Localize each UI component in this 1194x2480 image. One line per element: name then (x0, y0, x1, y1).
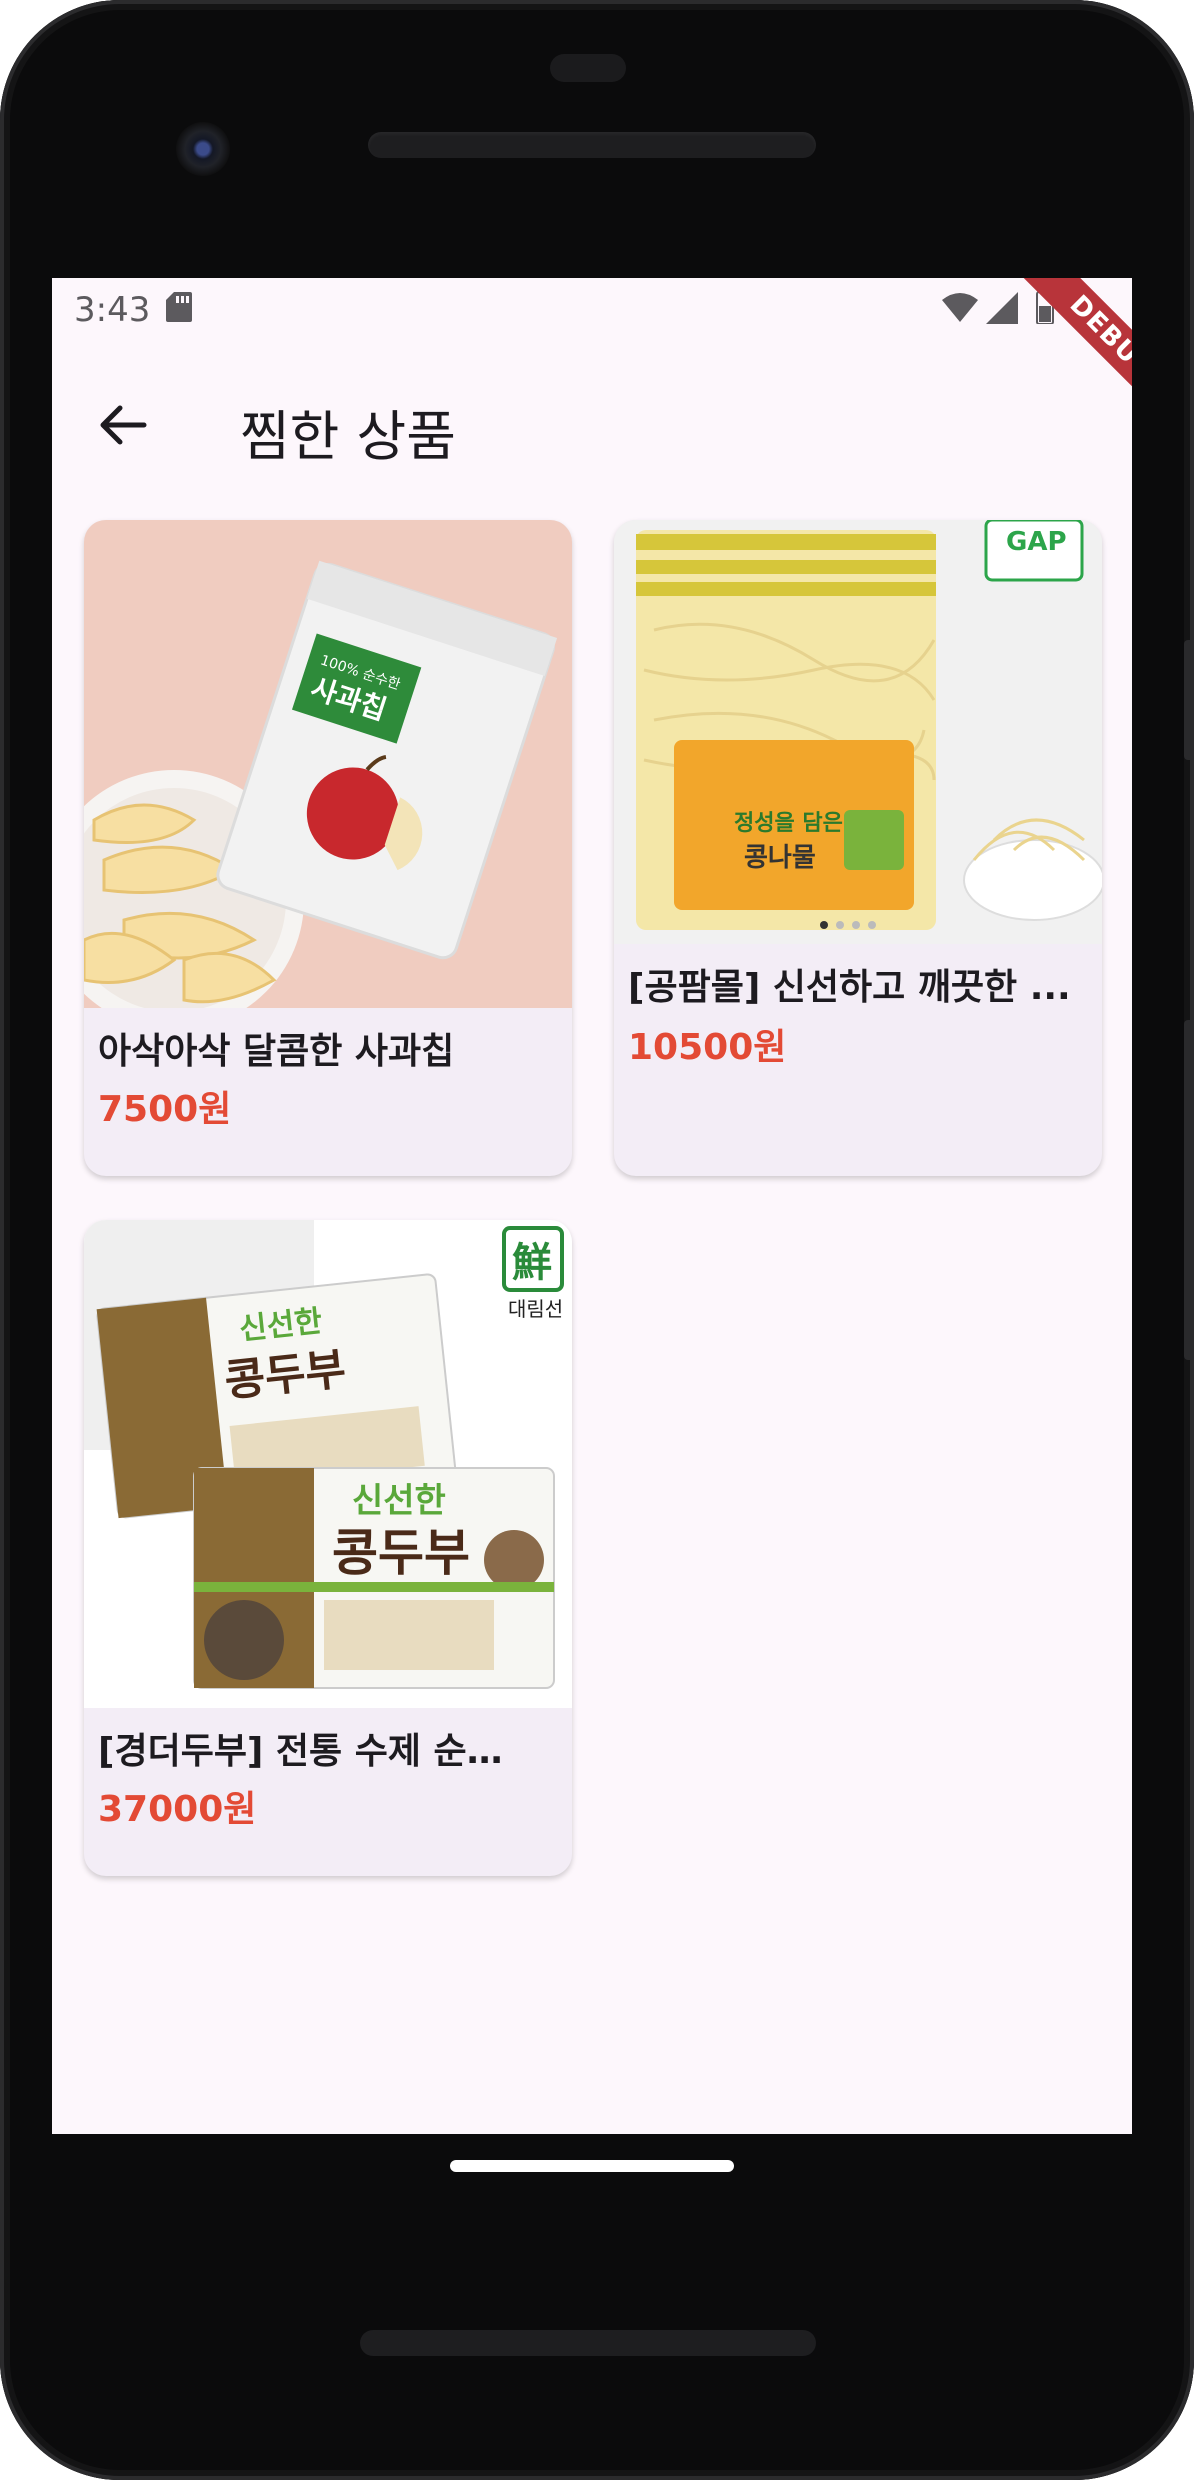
product-name: [공팜몰] 신선하고 깨끗한 ... (628, 967, 1071, 1008)
volume-button (1184, 640, 1194, 760)
product-name: [경더두부] 전통 수제 순… (98, 1731, 503, 1772)
brand-name: 대림선 (508, 1297, 563, 1321)
package-title: 콩나물 (744, 843, 816, 873)
product-name: 아삭아삭 달콤한 사과칩 (98, 1031, 455, 1072)
tofu-photo: 鮮 대림선 신선한 콩두부 신선한 콩두부 (84, 1220, 572, 1708)
home-indicator[interactable] (450, 2160, 734, 2172)
app-bar: 찜한 상품 (52, 348, 1132, 478)
bottom-speaker (360, 2330, 816, 2356)
bean-sprouts-photo: 정성을 담은 콩나물 GAP (614, 520, 1102, 944)
package-subtitle: 정성을 담은 (734, 811, 843, 836)
product-card[interactable]: 정성을 담은 콩나물 GAP [공팜몰] 신선하고 깨끗한 ... 10500원 (614, 520, 1102, 1176)
app-screen: 3:43 DEBUG 찜한 상품 100% 순수한 사과칩 아삭아삭 달콤한 사… (52, 278, 1132, 2134)
arrow-back-icon[interactable] (92, 394, 154, 456)
wifi-icon (942, 293, 978, 322)
front-camera (176, 122, 230, 176)
status-bar: 3:43 DEBUG (52, 278, 1132, 445)
product-price: 10500원 (628, 1027, 787, 1068)
phone-frame: 3:43 DEBUG 찜한 상품 100% 순수한 사과칩 아삭아삭 달콤한 사… (0, 0, 1194, 2480)
cellular-signal-icon (986, 292, 1018, 324)
brand-char: 鮮 (512, 1239, 552, 1286)
page-title: 찜한 상품 (240, 405, 456, 468)
power-button (1184, 1020, 1194, 1360)
product-card[interactable]: 100% 순수한 사과칩 아삭아삭 달콤한 사과칩 7500원 (84, 520, 572, 1176)
apple-chips-photo: 100% 순수한 사과칩 (84, 520, 572, 1008)
package-subtitle: 신선한 (352, 1481, 446, 1521)
sd-card-icon (166, 292, 192, 322)
package-title: 콩두부 (332, 1524, 470, 1582)
product-price: 7500원 (98, 1089, 232, 1130)
product-card[interactable]: 鮮 대림선 신선한 콩두부 신선한 콩두부 [경더두부] 전통 수제 순… 37… (84, 1220, 572, 1876)
earpiece-speaker (368, 132, 816, 158)
gap-badge: GAP (1006, 527, 1067, 557)
top-sensor (550, 54, 626, 82)
status-time: 3:43 (74, 290, 151, 330)
product-price: 37000원 (98, 1789, 257, 1830)
